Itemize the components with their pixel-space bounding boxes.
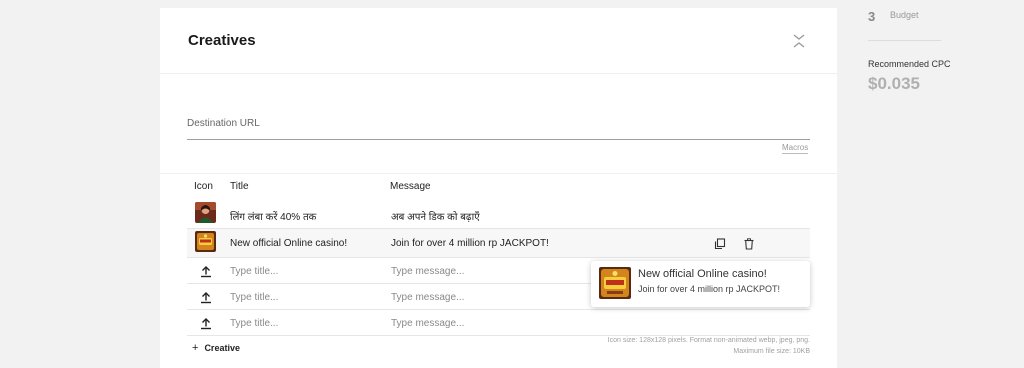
row-message: Join for over 4 million rp JACKPOT!	[391, 238, 549, 249]
card-title: Creatives	[188, 32, 256, 49]
destination-url-label: Destination URL	[187, 118, 260, 129]
step-number: 3	[868, 9, 876, 24]
divider	[868, 40, 941, 41]
column-header-title: Title	[230, 181, 249, 192]
table-row[interactable]: लिंग लंबा करें 40% तक अब अपने डिक को बढ़…	[187, 200, 810, 229]
message-input[interactable]: Type message...	[391, 318, 464, 329]
card-header: Creatives	[160, 8, 837, 74]
upload-icon[interactable]	[199, 316, 213, 330]
ad-icon-image	[195, 202, 216, 223]
ad-icon-image	[195, 231, 216, 252]
message-input[interactable]: Type message...	[391, 292, 464, 303]
add-creative-button[interactable]: + Creative	[192, 342, 240, 354]
file-size-hint: Maximum file size: 10KB	[733, 348, 810, 355]
collapse-icon[interactable]	[792, 32, 806, 50]
title-input[interactable]: Type title...	[230, 292, 278, 303]
row-title: New official Online casino!	[230, 238, 348, 249]
table-row[interactable]: New official Online casino! Join for ove…	[187, 229, 810, 258]
trash-icon[interactable]	[743, 237, 755, 250]
preview-ad-icon-image	[599, 267, 631, 299]
destination-url-field[interactable]: Destination URL	[187, 114, 810, 140]
recommended-cpc-label: Recommended CPC	[868, 59, 951, 69]
row-message: अब अपने डिक को बढ़ाएँ	[391, 212, 480, 223]
recommended-cpc-value: $0.035	[868, 74, 920, 93]
creatives-card: Creatives Destination URL Macros Icon Ti…	[160, 8, 837, 368]
macros-link[interactable]: Macros	[782, 143, 809, 154]
title-input[interactable]: Type title...	[230, 266, 278, 277]
title-input[interactable]: Type title...	[230, 318, 278, 329]
icon-requirements-hint: Icon size: 128x128 pixels. Format non-an…	[607, 337, 810, 344]
column-header-icon: Icon	[194, 181, 213, 192]
preview-message: Join for over 4 million rp JACKPOT!	[638, 284, 781, 294]
step-label-budget[interactable]: Budget	[890, 10, 919, 20]
message-input[interactable]: Type message...	[391, 266, 464, 277]
upload-icon[interactable]	[199, 290, 213, 304]
preview-title: New official Online casino!	[638, 268, 767, 280]
creative-preview-popup: New official Online casino! Join for ove…	[591, 261, 810, 307]
row-title: लिंग लंबा करें 40% तक	[230, 212, 317, 223]
copy-icon[interactable]	[714, 237, 726, 250]
column-header-message: Message	[390, 181, 431, 192]
plus-icon: +	[192, 342, 199, 354]
add-creative-label: Creative	[204, 343, 240, 353]
upload-icon[interactable]	[199, 264, 213, 278]
table-divider	[160, 173, 837, 174]
table-row[interactable]: Type title... Type message...	[187, 310, 810, 336]
